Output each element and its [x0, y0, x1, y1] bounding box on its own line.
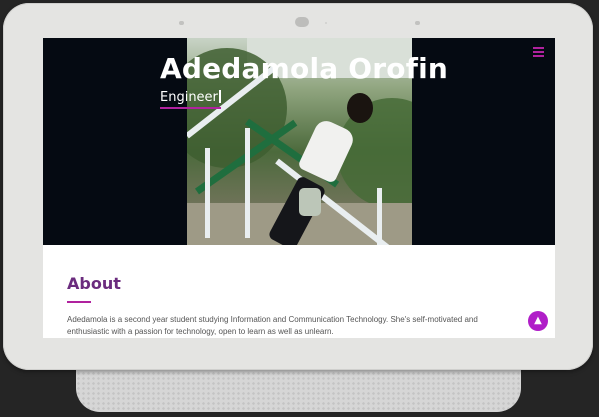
microphone-left: [179, 21, 184, 25]
camera: [295, 17, 309, 27]
chevron-up-icon: ▲: [534, 315, 542, 326]
microphone-right: [415, 21, 420, 25]
light-sensor: [325, 22, 327, 24]
typing-cursor: [218, 90, 221, 103]
hero-name: Adedamola Orofin: [160, 52, 449, 85]
hero-role: Engineer: [160, 90, 221, 109]
about-heading: About: [67, 274, 121, 293]
stage: Adedamola Orofin Engineer About Adedamol…: [0, 0, 599, 417]
about-text: Adedamola is a second year student study…: [67, 315, 478, 336]
scroll-to-top-button[interactable]: ▲: [528, 311, 548, 331]
hero-role-text: Engineer: [160, 90, 218, 105]
hamburger-menu-icon[interactable]: [533, 47, 544, 57]
screen: Adedamola Orofin Engineer About Adedamol…: [43, 38, 555, 338]
about-underline: [67, 301, 91, 303]
hero-section: Adedamola Orofin Engineer: [43, 38, 555, 245]
